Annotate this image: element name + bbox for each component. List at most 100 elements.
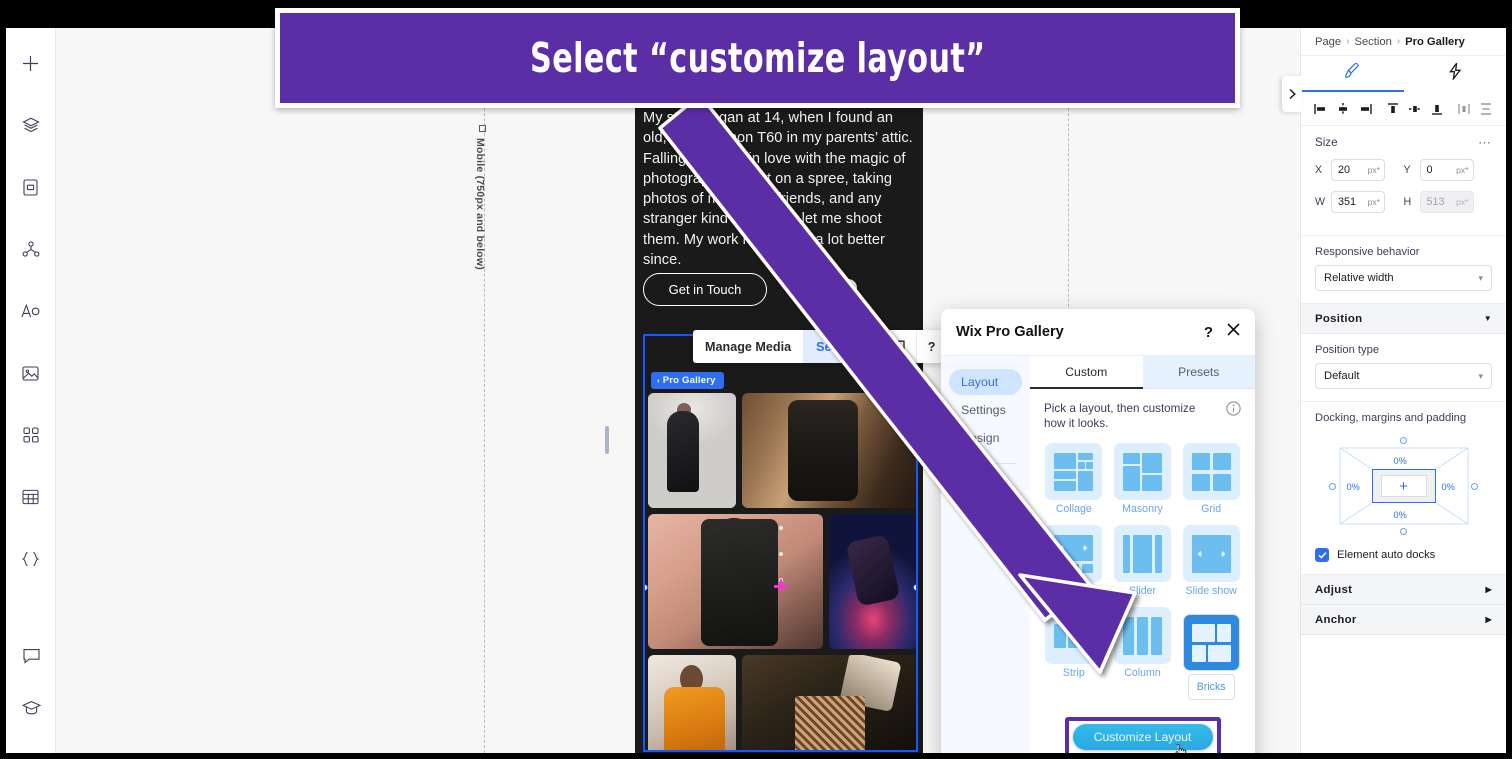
layout-option-collage[interactable]: Collage [1044, 443, 1104, 515]
x-input[interactable]: 20 px* [1331, 159, 1385, 181]
y-input[interactable]: 0 px* [1419, 159, 1474, 181]
align-right-icon[interactable] [1356, 100, 1374, 118]
get-in-touch-button[interactable]: Get in Touch [643, 273, 767, 306]
breadcrumb-section[interactable]: Section [1354, 36, 1391, 48]
layout-option-slider[interactable]: Slider [1113, 525, 1173, 597]
align-bottom-icon[interactable] [1428, 100, 1446, 118]
gallery-tile[interactable] [742, 655, 916, 750]
pages-icon[interactable] [14, 170, 48, 204]
position-title: Position [1315, 312, 1363, 325]
social-links [787, 279, 857, 297]
dock-anchor-top[interactable] [1399, 437, 1407, 444]
dock-anchor-right[interactable] [1470, 483, 1478, 490]
collage-icon [1045, 443, 1103, 500]
pro-gallery-element[interactable]: ‹ Pro Gallery [643, 334, 918, 752]
comments-icon[interactable] [14, 639, 48, 673]
plus-icon: + [1380, 475, 1427, 497]
callout-text: Select “customize layout” [529, 34, 986, 82]
nav-item-design[interactable]: Design [949, 425, 1022, 451]
distribute-v-icon[interactable] [1477, 100, 1495, 118]
grid-icon [1182, 443, 1240, 500]
gallery-tile[interactable] [742, 393, 916, 508]
customize-layout-button[interactable]: Customize Layout [1072, 724, 1213, 750]
nav-item-layout[interactable]: Layout [949, 369, 1022, 395]
cms-icon[interactable] [14, 480, 48, 514]
section-adjust[interactable]: Adjust ▶ [1301, 575, 1506, 605]
lightning-icon [1447, 62, 1463, 85]
gallery-tile[interactable] [829, 514, 916, 649]
site-structure-icon[interactable] [14, 232, 48, 266]
gallery-tile[interactable] [648, 514, 823, 649]
h-input[interactable]: 513 px* [1419, 191, 1474, 213]
close-icon[interactable] [1227, 323, 1240, 341]
column-icon [1113, 607, 1171, 664]
mobile-device-icon [479, 125, 486, 132]
layout-option-grid[interactable]: Grid [1181, 443, 1241, 515]
instagram-icon[interactable] [787, 279, 805, 297]
manage-media-button[interactable]: Manage Media [693, 330, 805, 363]
docking-center[interactable]: + [1371, 469, 1436, 503]
layout-option-strip[interactable]: Strip [1044, 607, 1104, 700]
interactions-tab[interactable] [1404, 56, 1507, 92]
stage-resize-handle[interactable] [605, 426, 609, 454]
design-tab[interactable] [1301, 56, 1404, 92]
slideshow-label: Slide show [1185, 585, 1237, 597]
settings-button[interactable]: Settings [804, 330, 879, 363]
inspector-tabs [1301, 56, 1506, 92]
gallery-row [645, 655, 916, 750]
dock-anchor-left[interactable] [1328, 483, 1336, 490]
apps-icon[interactable] [14, 418, 48, 452]
tab-custom[interactable]: Custom [1030, 356, 1143, 389]
position-section-header[interactable]: Position ▼ [1301, 304, 1506, 334]
w-label: W [1315, 196, 1325, 208]
comment-icon[interactable] [879, 330, 917, 363]
gallery-tile[interactable] [648, 655, 736, 750]
auto-dock-checkbox[interactable] [1315, 548, 1329, 562]
size-more-icon[interactable]: ⋯ [1478, 136, 1492, 149]
distribute-h-icon[interactable] [1455, 100, 1473, 118]
align-left-icon[interactable] [1312, 100, 1330, 118]
add-icon[interactable] [14, 46, 48, 80]
responsive-select[interactable]: Relative width ▾ [1315, 265, 1492, 291]
media-icon[interactable] [14, 356, 48, 390]
gallery-move-handle[interactable] [773, 579, 788, 593]
youtube-icon[interactable] [839, 279, 857, 297]
layers-icon[interactable] [14, 108, 48, 142]
dock-right-value[interactable]: 0% [1442, 482, 1455, 492]
dock-bottom-value[interactable]: 0% [1394, 510, 1407, 520]
align-top-icon[interactable] [1384, 100, 1402, 118]
info-icon[interactable] [1226, 401, 1241, 421]
dock-left-value[interactable]: 0% [1347, 482, 1360, 492]
layout-option-slideshow[interactable]: Slide show [1181, 525, 1241, 597]
collapse-panel-button[interactable] [1282, 76, 1302, 112]
inspector-panel: Page › Section › Pro Gallery Size ⋯ X 20… [1300, 28, 1506, 753]
learn-icon[interactable] [14, 691, 48, 725]
facebook-icon[interactable] [813, 279, 831, 297]
align-middle-v-icon[interactable] [1406, 100, 1424, 118]
dev-mode-icon[interactable] [14, 542, 48, 576]
pro-gallery-tag[interactable]: ‹ Pro Gallery [651, 372, 724, 389]
dock-top-value[interactable]: 0% [1394, 456, 1407, 466]
modal-body: Layout Settings Design Support Custom Pr… [941, 356, 1255, 753]
tab-presets[interactable]: Presets [1142, 356, 1255, 389]
layout-option-masonry[interactable]: Masonry [1113, 443, 1173, 515]
nav-item-support[interactable]: Support [949, 476, 1022, 502]
help-icon[interactable]: ? [1204, 324, 1213, 341]
nav-item-settings[interactable]: Settings [949, 397, 1022, 423]
gallery-tile[interactable] [648, 393, 736, 508]
align-center-h-icon[interactable] [1334, 100, 1352, 118]
docking-widget[interactable]: + 0% 0% 0% 0% [1328, 436, 1479, 536]
theme-icon[interactable] [14, 294, 48, 328]
layout-option-column[interactable]: Column [1113, 607, 1173, 700]
section-anchor[interactable]: Anchor ▶ [1301, 605, 1506, 635]
position-type-select[interactable]: Default ▾ [1315, 363, 1492, 389]
docking-section: Docking, margins and padding + 0% 0% 0% … [1301, 402, 1506, 536]
w-input[interactable]: 351 px* [1331, 191, 1385, 213]
breadcrumb-current: Pro Gallery [1405, 35, 1465, 48]
breadcrumb-page[interactable]: Page [1315, 36, 1341, 48]
resize-handle-right[interactable] [913, 584, 916, 591]
layout-option-bricks[interactable]: Bricks [1181, 607, 1241, 700]
layout-option-thumbnails[interactable]: Thumbnails [1044, 525, 1104, 597]
gallery-floating-toolbar: Manage Media Settings ? [693, 330, 947, 363]
dock-anchor-bottom[interactable] [1399, 528, 1407, 535]
